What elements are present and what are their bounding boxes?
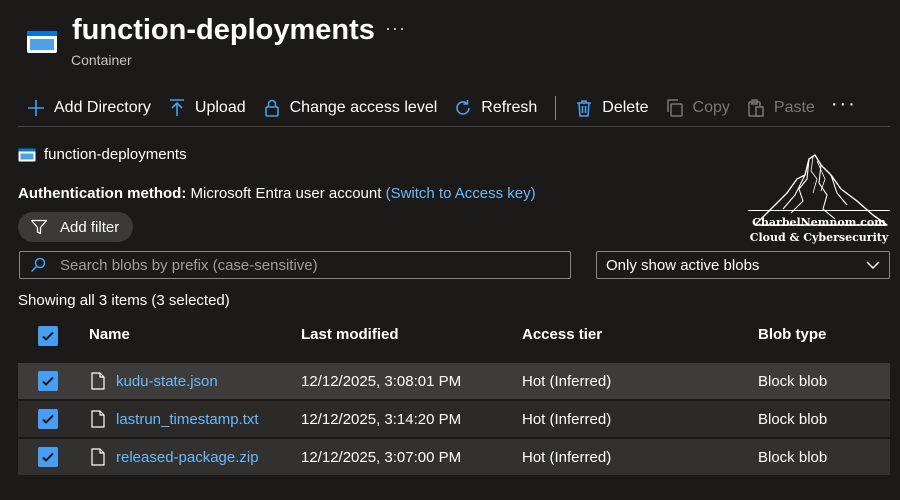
paste-button[interactable]: Paste bbox=[738, 93, 823, 123]
page-subtitle: Container bbox=[71, 52, 132, 68]
row-checkbox[interactable] bbox=[38, 371, 58, 391]
upload-icon bbox=[169, 99, 184, 116]
title-more-button[interactable]: ··· bbox=[385, 18, 406, 39]
funnel-icon bbox=[30, 219, 48, 235]
container-icon bbox=[18, 148, 36, 161]
more-commands-button[interactable]: ··· bbox=[823, 89, 865, 119]
blob-name-link[interactable]: kudu-state.json bbox=[90, 363, 218, 399]
authentication-method: Authentication method: Microsoft Entra u… bbox=[18, 185, 536, 202]
last-modified-cell: 12/12/2025, 3:08:01 PM bbox=[301, 372, 462, 390]
delete-button[interactable]: Delete bbox=[566, 93, 656, 123]
checkmark-icon bbox=[42, 452, 54, 462]
auth-method-label: Authentication method: bbox=[18, 185, 187, 202]
lock-icon bbox=[264, 99, 279, 117]
column-header-access-tier[interactable]: Access tier bbox=[522, 326, 602, 343]
table-row[interactable]: released-package.zip 12/12/2025, 3:07:00… bbox=[18, 439, 890, 475]
blob-filter-dropdown[interactable]: Only show active blobs bbox=[596, 251, 890, 279]
add-filter-label: Add filter bbox=[60, 218, 120, 236]
search-box bbox=[19, 251, 571, 279]
paste-label: Paste bbox=[773, 99, 815, 116]
breadcrumb-label: function-deployments bbox=[44, 146, 187, 163]
blob-type-cell: Block blob bbox=[758, 448, 828, 466]
row-checkbox[interactable] bbox=[38, 409, 58, 429]
add-directory-button[interactable]: Add Directory bbox=[18, 93, 159, 123]
trash-icon bbox=[577, 100, 592, 117]
breadcrumb: function-deployments bbox=[18, 146, 187, 163]
checkmark-icon bbox=[42, 414, 54, 424]
upload-label: Upload bbox=[194, 99, 246, 116]
blob-name-link[interactable]: lastrun_timestamp.txt bbox=[90, 401, 259, 437]
refresh-button[interactable]: Refresh bbox=[445, 93, 545, 123]
row-checkbox[interactable] bbox=[38, 447, 58, 467]
blob-name-link[interactable]: released-package.zip bbox=[90, 439, 259, 475]
watermark-site: CharbelNemnom.com bbox=[752, 216, 886, 229]
access-tier-cell: Hot (Inferred) bbox=[522, 410, 612, 428]
access-tier-cell: Hot (Inferred) bbox=[522, 372, 612, 390]
blob-name: kudu-state.json bbox=[116, 372, 218, 390]
last-modified-cell: 12/12/2025, 3:14:20 PM bbox=[301, 410, 462, 428]
add-filter-button[interactable]: Add filter bbox=[18, 212, 134, 242]
watermark-divider bbox=[748, 210, 890, 211]
checkmark-icon bbox=[42, 376, 54, 386]
table-row[interactable]: kudu-state.json 12/12/2025, 3:08:01 PM H… bbox=[18, 363, 890, 399]
checkmark-icon bbox=[42, 331, 54, 341]
toolbar-divider-line bbox=[18, 126, 890, 127]
chevron-down-icon bbox=[866, 261, 880, 270]
toolbar-divider bbox=[555, 96, 557, 120]
column-header-last-modified[interactable]: Last modified bbox=[301, 326, 399, 343]
file-icon bbox=[91, 372, 105, 390]
access-tier-cell: Hot (Inferred) bbox=[522, 448, 612, 466]
file-icon bbox=[91, 410, 105, 428]
change-access-level-button[interactable]: Change access level bbox=[254, 93, 446, 123]
add-directory-label: Add Directory bbox=[54, 99, 151, 116]
refresh-icon bbox=[456, 100, 471, 115]
switch-to-access-key-link[interactable]: (Switch to Access key) bbox=[386, 185, 536, 202]
plus-icon bbox=[28, 100, 44, 116]
delete-label: Delete bbox=[602, 99, 649, 116]
blob-name: released-package.zip bbox=[116, 448, 259, 466]
copy-button[interactable]: Copy bbox=[657, 93, 738, 123]
refresh-label: Refresh bbox=[481, 99, 538, 116]
container-icon bbox=[27, 31, 57, 53]
column-header-blob-type[interactable]: Blob type bbox=[758, 326, 826, 343]
select-all-checkbox[interactable] bbox=[38, 326, 58, 346]
page-title: function-deployments bbox=[72, 14, 375, 46]
search-icon bbox=[30, 257, 46, 273]
blob-filter-selected: Only show active blobs bbox=[606, 256, 760, 274]
watermark-tagline: Cloud & Cybersecurity bbox=[749, 231, 889, 244]
blob-type-cell: Block blob bbox=[758, 410, 828, 428]
copy-icon bbox=[666, 99, 683, 117]
upload-button[interactable]: Upload bbox=[159, 93, 254, 123]
copy-label: Copy bbox=[692, 99, 730, 116]
table-row[interactable]: lastrun_timestamp.txt 12/12/2025, 3:14:2… bbox=[18, 401, 890, 437]
change-access-level-label: Change access level bbox=[289, 99, 438, 116]
search-input[interactable] bbox=[58, 255, 542, 275]
command-bar: Add Directory Upload Change access level… bbox=[18, 93, 865, 123]
paste-icon bbox=[748, 99, 764, 117]
file-icon bbox=[91, 448, 105, 466]
blob-name: lastrun_timestamp.txt bbox=[116, 410, 259, 428]
column-header-name[interactable]: Name bbox=[89, 326, 130, 343]
item-count-text: Showing all 3 items (3 selected) bbox=[18, 292, 230, 309]
blob-type-cell: Block blob bbox=[758, 372, 828, 390]
last-modified-cell: 12/12/2025, 3:07:00 PM bbox=[301, 448, 462, 466]
auth-method-value: Microsoft Entra user account bbox=[190, 185, 382, 202]
